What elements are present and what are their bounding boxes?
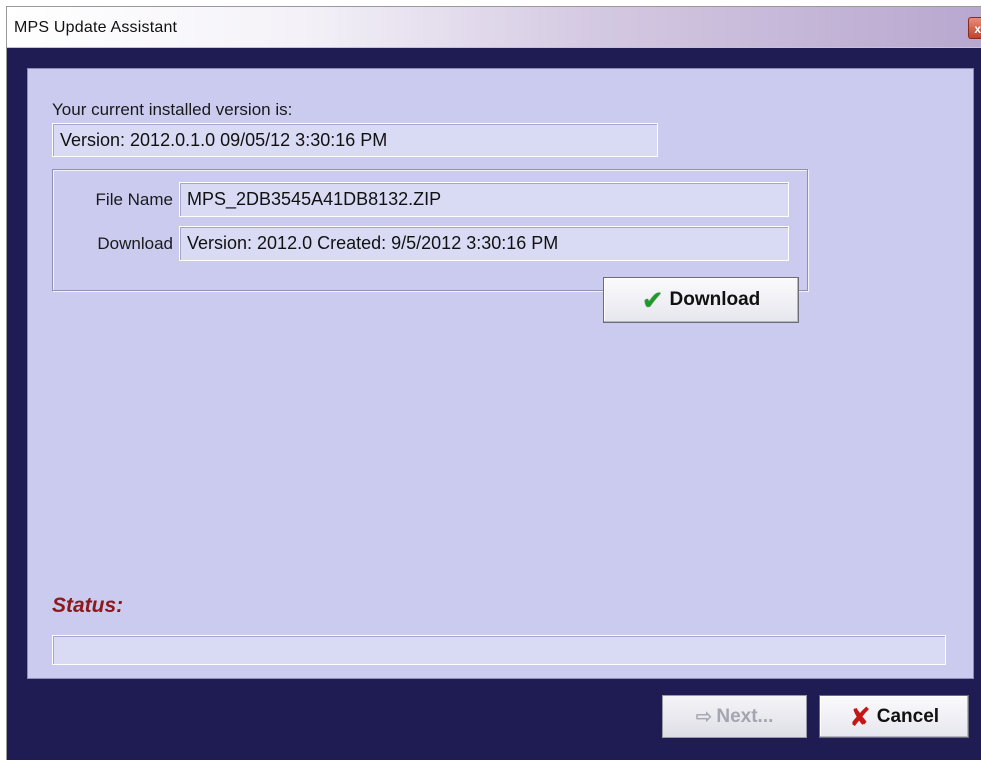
- download-version-field: Version: 2012.0 Created: 9/5/2012 3:30:1…: [179, 226, 789, 261]
- next-button-label: Next...: [716, 705, 774, 727]
- download-button-label: Download: [669, 289, 761, 310]
- download-label: Download: [97, 234, 173, 253]
- status-field: [52, 635, 946, 665]
- download-info-group: File Name MPS_2DB3545A41DB8132.ZIP Downl…: [52, 169, 808, 291]
- close-icon: x: [974, 22, 981, 36]
- title-bar[interactable]: MPS Update Assistant x: [7, 7, 981, 48]
- installed-version-label: Your current installed version is:: [52, 100, 293, 119]
- window-title: MPS Update Assistant: [14, 19, 178, 36]
- file-name-label: File Name: [95, 190, 173, 209]
- next-button[interactable]: ⇨ Next...: [662, 695, 807, 738]
- installed-version-field: Version: 2012.0.1.0 09/05/12 3:30:16 PM: [52, 123, 658, 157]
- status-label: Status:: [52, 594, 124, 617]
- close-button[interactable]: x: [968, 17, 981, 39]
- arrow-right-icon: ⇨: [695, 706, 713, 728]
- file-name-field: MPS_2DB3545A41DB8132.ZIP: [179, 182, 789, 217]
- checkmark-icon: ✔: [641, 285, 664, 315]
- download-button[interactable]: ✔ Download: [603, 277, 799, 323]
- x-icon: ✘: [848, 701, 871, 732]
- content-panel: Your current installed version is: Versi…: [27, 68, 974, 679]
- dialog-window: MPS Update Assistant x Your current inst…: [6, 6, 981, 760]
- cancel-button-label: Cancel: [876, 705, 940, 727]
- cancel-button[interactable]: ✘ Cancel: [819, 695, 969, 738]
